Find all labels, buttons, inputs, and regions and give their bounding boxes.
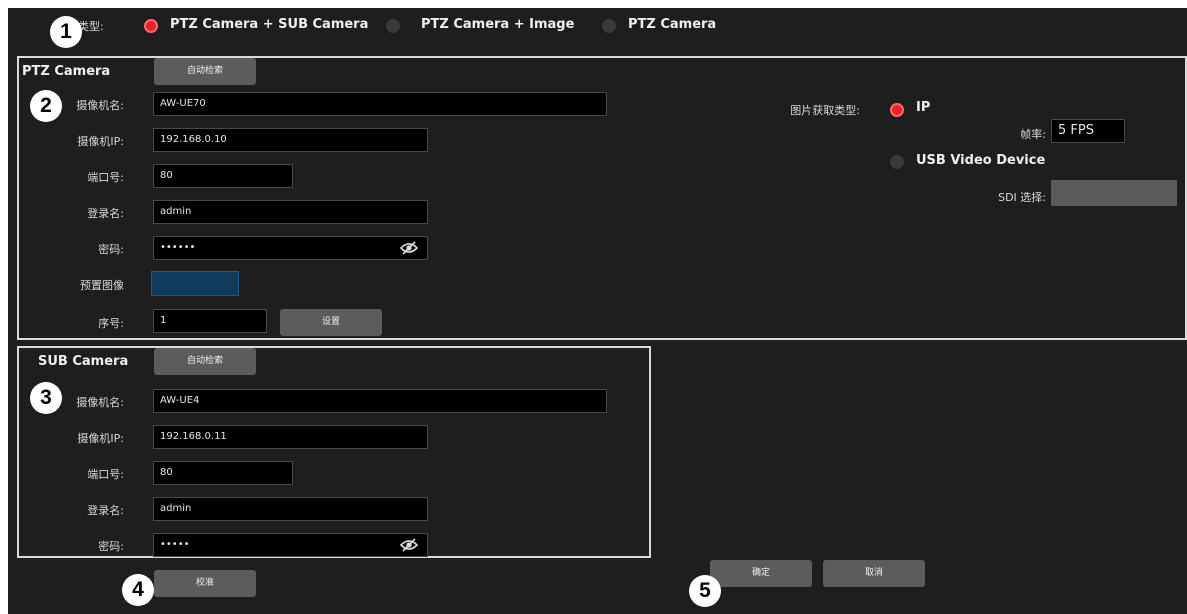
sub-port-input[interactable]: 80 xyxy=(153,461,293,485)
callout-badge-5: 5 xyxy=(689,575,721,607)
sub-camera-name-input[interactable]: AW-UE4 xyxy=(153,389,607,413)
image-type-ip-label[interactable]: IP xyxy=(916,100,930,115)
image-type-ip-radio[interactable] xyxy=(890,103,904,117)
cancel-button[interactable]: 取消 xyxy=(823,560,925,587)
mode-radio-ptz-image[interactable] xyxy=(386,19,400,33)
mode-option-ptz-sub-label[interactable]: PTZ Camera + SUB Camera xyxy=(170,17,368,32)
mode-radio-ptz-only[interactable] xyxy=(602,19,616,33)
ptz-camera-title: PTZ Camera xyxy=(22,64,111,79)
mode-radio-ptz-sub[interactable] xyxy=(144,19,158,33)
ptz-camera-name-input[interactable]: AW-UE70 xyxy=(153,92,607,116)
mode-option-ptz-image-label[interactable]: PTZ Camera + Image xyxy=(421,17,574,32)
sdi-label: SDI 选择: xyxy=(998,191,1046,204)
fps-select[interactable]: 5 FPS xyxy=(1051,119,1125,143)
ptz-port-input[interactable]: 80 xyxy=(153,164,293,188)
sdi-select[interactable] xyxy=(1051,180,1177,206)
image-type-label: 图片获取类型: xyxy=(790,104,860,117)
preset-image-thumbnail[interactable] xyxy=(151,271,239,296)
ptz-auto-search-button[interactable]: 自动检索 xyxy=(154,58,256,85)
ok-button[interactable]: 确定 xyxy=(710,560,812,587)
ptz-password-label: 密码: xyxy=(98,243,124,256)
ptz-port-label: 端口号: xyxy=(87,171,124,184)
camera-settings-dialog: 类型: PTZ Camera + SUB Camera PTZ Camera +… xyxy=(8,8,1187,614)
callout-badge-2: 2 xyxy=(30,90,62,122)
sub-login-input[interactable]: admin xyxy=(153,497,428,521)
ptz-preset-label: 预置图像 xyxy=(80,279,124,292)
sub-auto-search-button[interactable]: 自动检索 xyxy=(154,348,256,375)
callout-badge-3: 3 xyxy=(30,382,62,414)
ptz-camera-ip-input[interactable]: 192.168.0.10 xyxy=(153,128,428,152)
ptz-name-label: 摄像机名: xyxy=(76,99,124,112)
ptz-user-label: 登录名: xyxy=(87,207,124,220)
sub-password-label: 密码: xyxy=(98,540,124,553)
mode-option-ptz-only-label[interactable]: PTZ Camera xyxy=(628,17,716,32)
image-type-usb-radio[interactable] xyxy=(890,155,904,169)
ptz-login-input[interactable]: admin xyxy=(153,200,428,224)
sub-camera-title: SUB Camera xyxy=(38,354,129,369)
eye-slash-icon[interactable] xyxy=(400,538,418,552)
sub-port-label: 端口号: xyxy=(87,468,124,481)
ptz-seq-label: 序号: xyxy=(98,317,124,330)
image-type-usb-label[interactable]: USB Video Device xyxy=(916,153,1045,168)
calibrate-button[interactable]: 校准 xyxy=(154,570,256,597)
sub-password-input[interactable]: ••••• xyxy=(153,533,428,557)
ptz-set-button[interactable]: 设置 xyxy=(280,309,382,336)
ptz-seq-input[interactable]: 1 xyxy=(153,309,267,333)
ptz-ip-label: 摄像机IP: xyxy=(77,135,124,148)
sub-user-label: 登录名: xyxy=(87,504,124,517)
eye-slash-icon[interactable] xyxy=(400,241,418,255)
ptz-password-input[interactable]: •••••• xyxy=(153,236,428,260)
callout-badge-1: 1 xyxy=(50,16,82,48)
sub-camera-panel xyxy=(17,346,651,558)
callout-badge-4: 4 xyxy=(122,574,154,606)
fps-label: 帧率: xyxy=(1020,128,1046,141)
sub-camera-ip-input[interactable]: 192.168.0.11 xyxy=(153,425,428,449)
sub-ip-label: 摄像机IP: xyxy=(77,432,124,445)
sub-name-label: 摄像机名: xyxy=(76,396,124,409)
